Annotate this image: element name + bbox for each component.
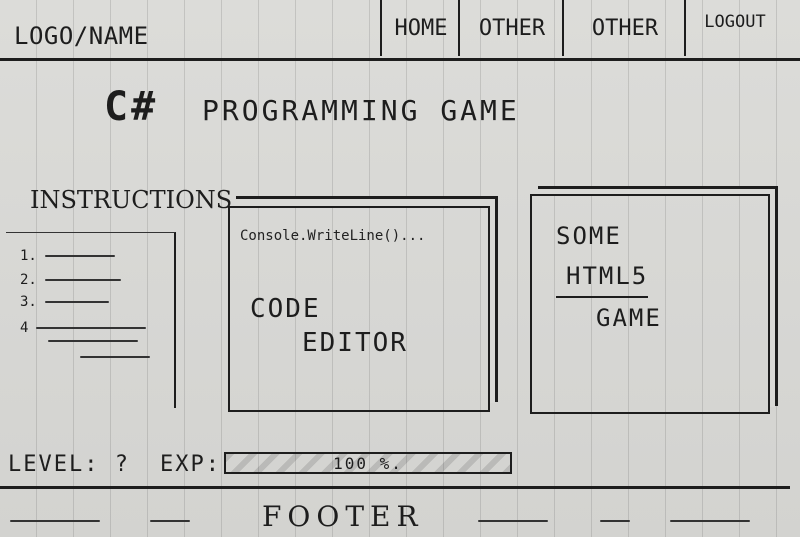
footer-scribble <box>478 520 548 522</box>
instruction-item: 2. <box>20 272 121 288</box>
game-text-line2: HTML5 <box>556 256 649 298</box>
code-line[interactable]: Console.WriteLine()... <box>240 228 425 244</box>
instruction-item: 3. <box>20 294 109 310</box>
instruction-scribble <box>44 301 109 303</box>
footer-scribble <box>670 520 750 522</box>
instructions-heading: INSTRUCTIONS <box>30 186 233 214</box>
instruction-scribble <box>48 340 138 342</box>
game-placeholder-text: SOME HTML5 GAME <box>556 216 662 338</box>
instruction-scribble <box>44 255 115 257</box>
instruction-number: 4 <box>20 320 29 336</box>
instruction-scribble <box>80 356 150 358</box>
page-title-text: PROGRAMMING GAME <box>202 94 520 127</box>
code-editor-label-line1: CODE <box>250 294 321 324</box>
csharp-symbol: C# <box>104 84 159 130</box>
code-editor-label-line2: EDITOR <box>302 328 408 358</box>
game-text-line3: GAME <box>596 304 662 332</box>
footer: FOOTER <box>262 500 424 533</box>
nav-home[interactable]: HOME <box>380 0 460 56</box>
instruction-scribble <box>44 279 121 281</box>
instruction-number: 3. <box>20 294 37 310</box>
footer-scribble <box>150 520 190 522</box>
exp-label: EXP: <box>160 452 221 477</box>
game-text-line1: SOME <box>556 222 622 250</box>
nav-other-1[interactable]: OTHER <box>458 0 564 56</box>
footer-divider <box>0 486 790 489</box>
logo[interactable]: LOGO/NAME <box>14 22 149 50</box>
logout-button[interactable]: LOGOUT <box>684 0 784 56</box>
instruction-number: 1. <box>20 248 37 264</box>
nav-other-2[interactable]: OTHER <box>562 0 686 56</box>
footer-scribble <box>600 520 630 522</box>
level-indicator: LEVEL: ? <box>8 452 130 477</box>
exp-progress-bar: 100 %. <box>224 452 512 474</box>
exp-progress-text: 100 %. <box>333 453 403 473</box>
code-editor-label: CODE EDITOR <box>250 292 408 360</box>
instruction-scribble <box>36 327 147 329</box>
footer-scribble <box>10 520 100 522</box>
instruction-number: 2. <box>20 272 37 288</box>
instruction-item: 4 <box>20 320 147 336</box>
instruction-item: 1. <box>20 248 115 264</box>
page-title: C# PROGRAMMING GAME <box>104 84 520 130</box>
header-divider <box>0 58 800 61</box>
